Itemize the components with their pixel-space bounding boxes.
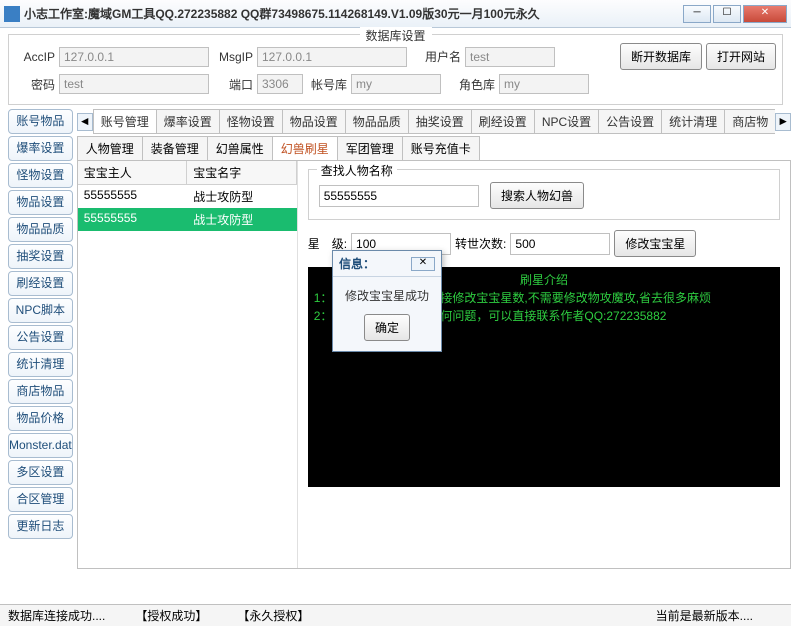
- search-input[interactable]: [319, 185, 479, 207]
- search-group-title: 查找人物名称: [317, 162, 397, 179]
- dialog-title: 信息：: [339, 255, 375, 272]
- tabs: 账号管理爆率设置怪物设置物品设置物品品质抽奖设置刷经设置NPC设置公告设置统计清…: [93, 109, 776, 134]
- pwd-label: 密码: [15, 76, 55, 93]
- accip-label: AccIP: [15, 50, 55, 64]
- sidebar: 账号物品爆率设置怪物设置物品设置物品品质抽奖设置刷经设置NPC脚本公告设置统计清…: [8, 109, 73, 569]
- sidebar-item[interactable]: NPC脚本: [8, 298, 73, 323]
- close-button[interactable]: ✕: [743, 5, 787, 23]
- minimize-button[interactable]: ─: [683, 5, 711, 23]
- modify-star-button[interactable]: 修改宝宝星: [614, 230, 696, 257]
- tab[interactable]: 爆率设置: [156, 109, 220, 133]
- titlebar: 小志工作室:魔域GM工具QQ.272235882 QQ群73498675.114…: [0, 0, 791, 28]
- sidebar-item[interactable]: 抽奖设置: [8, 244, 73, 269]
- app-icon: [4, 6, 20, 22]
- subtab[interactable]: 军团管理: [337, 136, 403, 160]
- subtab[interactable]: 幻兽刷星: [272, 136, 338, 160]
- sidebar-item[interactable]: 商店物品: [8, 379, 73, 404]
- status-version: 当前是最新版本....: [656, 607, 753, 624]
- dialog-message: 修改宝宝星成功: [343, 287, 431, 304]
- tab[interactable]: 刷经设置: [471, 109, 535, 133]
- status-db: 数据库连接成功....: [8, 607, 105, 624]
- search-group: 查找人物名称 搜索人物幻兽: [308, 169, 781, 220]
- tab[interactable]: 公告设置: [598, 109, 662, 133]
- list-item[interactable]: 55555555战士攻防型: [78, 208, 297, 231]
- tabs-scroll-right[interactable]: ►: [775, 113, 791, 131]
- sidebar-item[interactable]: 刷经设置: [8, 271, 73, 296]
- dialog-close-icon[interactable]: ✕: [411, 257, 435, 271]
- subtab[interactable]: 人物管理: [77, 136, 143, 160]
- subtabs: 人物管理装备管理幻兽属性幻兽刷星军团管理账号充值卡: [77, 136, 791, 161]
- search-button[interactable]: 搜索人物幻兽: [490, 182, 584, 209]
- sidebar-item[interactable]: 合区管理: [8, 487, 73, 512]
- disconnect-button[interactable]: 断开数据库: [620, 43, 702, 70]
- tab[interactable]: 账号管理: [93, 109, 157, 133]
- roledb-input[interactable]: [499, 74, 589, 94]
- sidebar-item[interactable]: 物品品质: [8, 217, 73, 242]
- roledb-label: 角色库: [445, 76, 495, 93]
- sidebar-item[interactable]: 统计清理: [8, 352, 73, 377]
- info-dialog: 信息： ✕ 修改宝宝星成功 确定: [332, 250, 442, 352]
- dialog-ok-button[interactable]: 确定: [364, 314, 410, 341]
- sidebar-item[interactable]: 公告设置: [8, 325, 73, 350]
- pet-list: 宝宝主人 宝宝名字 55555555战士攻防型55555555战士攻防型: [78, 161, 298, 568]
- subtab[interactable]: 账号充值卡: [402, 136, 480, 160]
- rebirth-count-label: 转世次数:: [455, 235, 506, 252]
- accip-input[interactable]: [59, 47, 209, 67]
- sidebar-item[interactable]: 更新日志: [8, 514, 73, 539]
- sidebar-item[interactable]: 怪物设置: [8, 163, 73, 188]
- db-settings-group: 数据库设置 AccIP MsgIP 用户名 断开数据库 打开网站 密码 端口 帐…: [8, 34, 783, 105]
- tab[interactable]: NPC设置: [534, 109, 599, 133]
- window-title: 小志工作室:魔域GM工具QQ.272235882 QQ群73498675.114…: [24, 5, 681, 22]
- sidebar-item[interactable]: 多区设置: [8, 460, 73, 485]
- tabs-scroll-left[interactable]: ◄: [77, 113, 93, 131]
- status-auth: 【授权成功】: [135, 607, 207, 624]
- list-item[interactable]: 55555555战士攻防型: [78, 185, 297, 208]
- sidebar-item[interactable]: 爆率设置: [8, 136, 73, 161]
- pwd-input[interactable]: [59, 74, 209, 94]
- sidebar-item[interactable]: 物品价格: [8, 406, 73, 431]
- openweb-button[interactable]: 打开网站: [706, 43, 776, 70]
- tab[interactable]: 怪物设置: [219, 109, 283, 133]
- tab[interactable]: 抽奖设置: [408, 109, 472, 133]
- sidebar-item[interactable]: 账号物品: [8, 109, 73, 134]
- msgip-label: MsgIP: [213, 50, 253, 64]
- tab[interactable]: 统计清理: [661, 109, 725, 133]
- subtab[interactable]: 装备管理: [142, 136, 208, 160]
- db-settings-title: 数据库设置: [359, 27, 431, 44]
- status-license: 【永久授权】: [237, 607, 309, 624]
- tab[interactable]: 物品品质: [345, 109, 409, 133]
- acctdb-label: 帐号库: [307, 76, 347, 93]
- user-label: 用户名: [411, 48, 461, 65]
- col-owner: 宝宝主人: [78, 161, 188, 184]
- tab[interactable]: 商店物: [724, 109, 775, 133]
- subtab[interactable]: 幻兽属性: [207, 136, 273, 160]
- user-input[interactable]: [465, 47, 555, 67]
- statusbar: 数据库连接成功.... 【授权成功】 【永久授权】 当前是最新版本....: [0, 604, 791, 626]
- port-label: 端口: [213, 76, 253, 93]
- acctdb-input[interactable]: [351, 74, 441, 94]
- tab[interactable]: 物品设置: [282, 109, 346, 133]
- sidebar-item[interactable]: 物品设置: [8, 190, 73, 215]
- port-input[interactable]: [257, 74, 303, 94]
- rebirth-count-input[interactable]: [510, 233, 610, 255]
- sidebar-item[interactable]: Monster.dat: [8, 433, 73, 458]
- maximize-button[interactable]: ☐: [713, 5, 741, 23]
- msgip-input[interactable]: [257, 47, 407, 67]
- col-petname: 宝宝名字: [187, 161, 297, 184]
